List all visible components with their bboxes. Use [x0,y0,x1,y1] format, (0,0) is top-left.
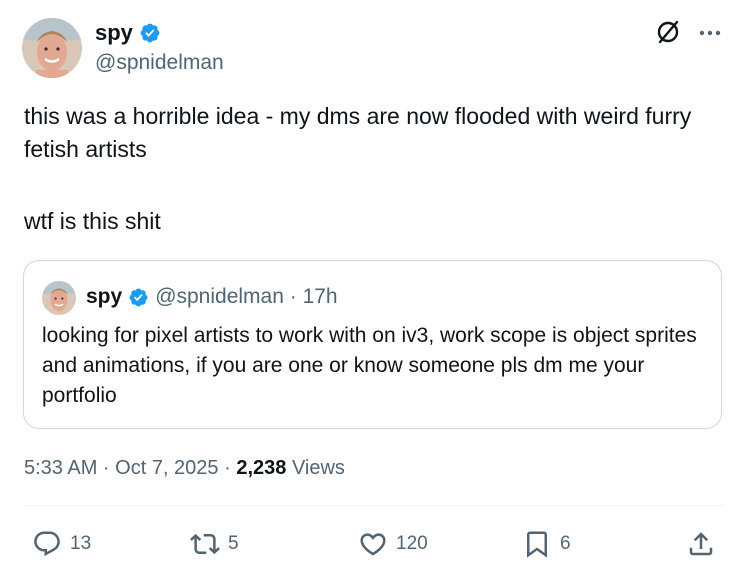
like-button[interactable]: 120 [358,527,428,561]
views-label: Views [286,457,345,479]
reply-icon [32,529,62,559]
share-icon [686,529,716,559]
author-name-row[interactable]: spy [95,19,161,47]
grok-icon[interactable] [655,19,681,45]
author-avatar[interactable] [22,18,82,78]
more-icon[interactable] [697,20,723,46]
quote-handle-time: @spnidelman · 17h [155,285,338,308]
author-handle[interactable]: @spnidelman [95,50,224,76]
quoted-tweet-card[interactable]: spy @spnidelman · 17h looking for pixel … [23,260,722,429]
tweet-paragraph: wtf is this shit [24,208,161,234]
quote-author-avatar [42,281,76,315]
tweet-meta: 5:33 AM · Oct 7, 2025 · 2,238 Views [24,454,345,482]
bookmark-count: 6 [560,533,571,554]
reply-count: 13 [70,533,92,554]
share-button[interactable] [686,527,716,561]
bookmark-icon [522,529,552,559]
retweet-count: 5 [228,533,239,554]
retweet-button[interactable]: 5 [190,527,239,561]
author-name[interactable]: spy [95,19,133,47]
quote-header: spy @spnidelman · 17h [86,283,338,311]
like-count: 120 [396,533,428,554]
quote-author-name: spy [86,285,123,308]
like-icon [358,529,388,559]
divider [24,505,724,506]
retweet-icon [190,529,220,559]
bookmark-button[interactable]: 6 [522,527,571,561]
quote-text: looking for pixel artists to work with o… [42,324,697,407]
tweet-timestamp[interactable]: 5:33 AM · Oct 7, 2025 · [24,457,236,479]
verified-badge-icon [139,22,161,44]
reply-button[interactable]: 13 [32,527,91,561]
tweet-text: this was a horrible idea - my dms are no… [24,100,724,238]
tweet-paragraph: this was a horrible idea - my dms are no… [24,103,692,162]
views-count: 2,238 [236,457,287,479]
verified-badge-icon [128,287,149,308]
